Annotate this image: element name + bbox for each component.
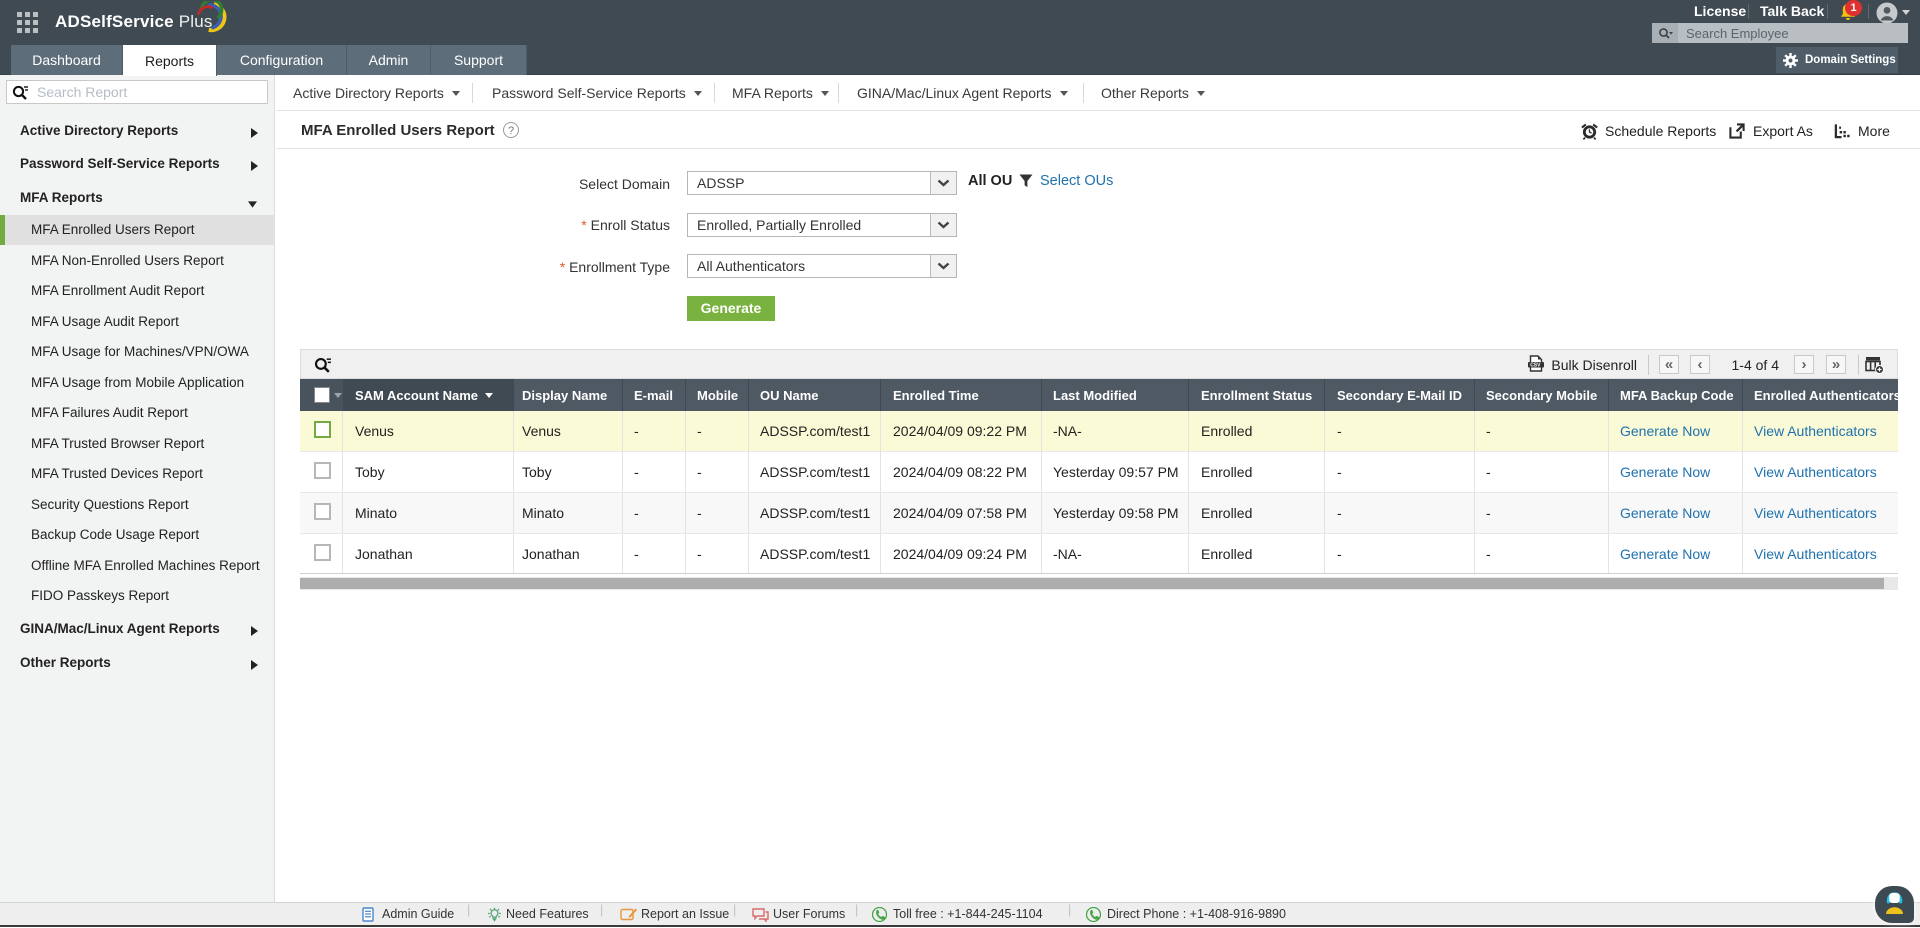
svg-text:CSV: CSV [1530, 363, 1541, 369]
